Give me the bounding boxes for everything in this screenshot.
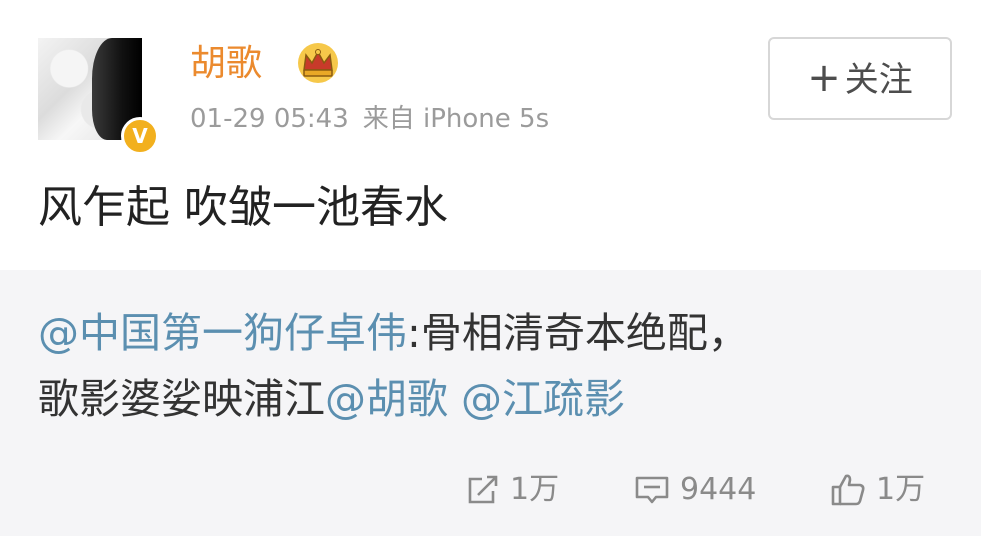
repost-text-segment: 歌影婆娑映浦江 xyxy=(38,375,325,423)
post-header: V 胡歌 01-29 05:43 来自 iPhone 5s + 关注 风乍起 吹皱一… xyxy=(0,0,981,270)
repost-text: @中国第一狗仔卓伟:骨相清奇本绝配， 歌影婆娑映浦江@胡歌 @江疏影 xyxy=(38,300,958,432)
repost-button[interactable]: 1万 xyxy=(466,470,559,510)
like-button[interactable]: 1万 xyxy=(830,470,925,510)
like-count: 1万 xyxy=(876,472,926,507)
mention-link[interactable]: @胡歌 xyxy=(325,375,448,423)
verified-icon: V xyxy=(121,117,159,155)
follow-button[interactable]: + 关注 xyxy=(768,37,952,120)
like-icon xyxy=(831,474,865,506)
comment-count: 9444 xyxy=(680,472,757,507)
post-text: 风乍起 吹皱一池春水 xyxy=(38,182,448,233)
crown-icon xyxy=(298,43,338,83)
mention-link[interactable]: @江疏影 xyxy=(461,375,625,423)
follow-label: 关注 xyxy=(844,60,913,100)
repost-count: 1万 xyxy=(510,472,560,507)
mention-link[interactable]: @中国第一狗仔卓伟 xyxy=(38,309,407,357)
username[interactable]: 胡歌 xyxy=(190,40,262,88)
reposted-content[interactable]: @中国第一狗仔卓伟:骨相清奇本绝配， 歌影婆娑映浦江@胡歌 @江疏影 1万 94… xyxy=(0,270,981,536)
timestamp: 01-29 05:43 xyxy=(190,104,349,134)
repost-icon xyxy=(468,475,498,504)
plus-icon: + xyxy=(807,55,841,101)
comment-button[interactable]: 9444 xyxy=(634,470,756,510)
weibo-post: V 胡歌 01-29 05:43 来自 iPhone 5s + 关注 风乍起 吹皱一… xyxy=(0,0,981,536)
post-meta: 01-29 05:43 来自 iPhone 5s xyxy=(190,102,549,136)
repost-text-segment: :骨相清奇本绝配， xyxy=(407,309,749,357)
post-source: 来自 iPhone 5s xyxy=(362,104,550,134)
comment-icon xyxy=(635,476,669,504)
